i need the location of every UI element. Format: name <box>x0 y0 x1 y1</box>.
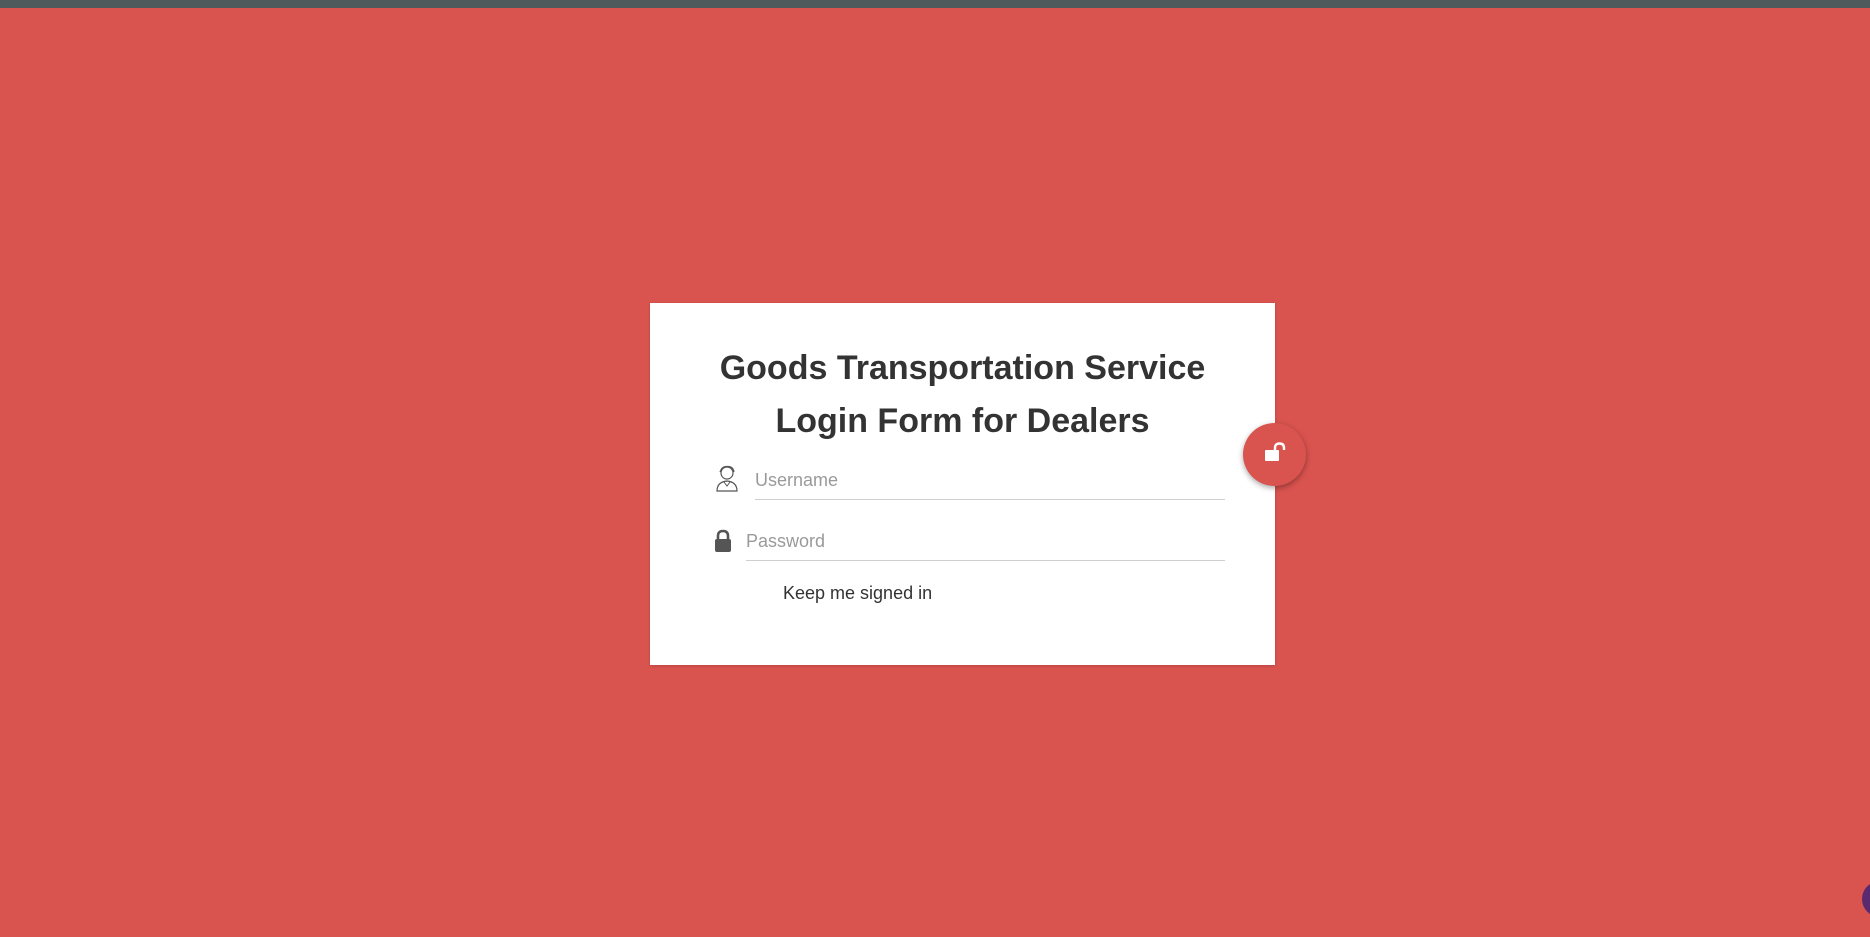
chat-widget-button[interactable] <box>1862 881 1870 917</box>
username-input[interactable] <box>755 467 1225 500</box>
top-strip <box>0 0 1870 8</box>
lock-icon <box>713 529 733 553</box>
password-input[interactable] <box>746 528 1225 561</box>
unlock-icon <box>1263 442 1287 467</box>
keep-signed-in-label[interactable]: Keep me signed in <box>783 583 932 604</box>
login-button[interactable] <box>1243 423 1306 486</box>
form-subtitle: Login Form for Dealers <box>775 402 1150 440</box>
user-icon <box>714 464 740 492</box>
page-title: Goods Transportation Service <box>719 349 1206 387</box>
login-card: Goods Transportation Service Login Form … <box>650 303 1275 665</box>
